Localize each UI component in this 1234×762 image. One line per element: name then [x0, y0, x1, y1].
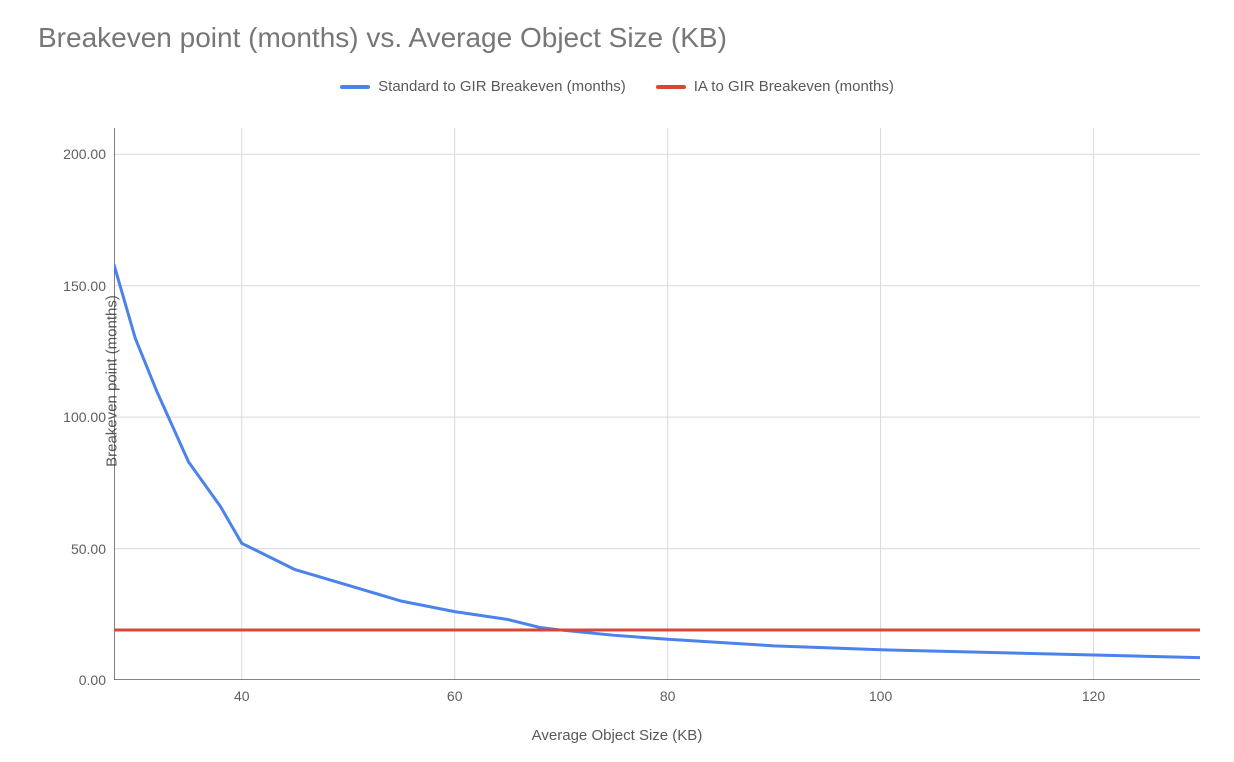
legend-label-standard: Standard to GIR Breakeven (months) — [378, 78, 626, 95]
legend-label-ia: IA to GIR Breakeven (months) — [694, 78, 894, 95]
y-tick-label: 0.00 — [79, 672, 106, 688]
y-tick-label: 100.00 — [63, 409, 106, 425]
x-tick-label: 120 — [1082, 688, 1105, 704]
legend-swatch-ia — [656, 85, 686, 89]
legend: Standard to GIR Breakeven (months) IA to… — [0, 78, 1234, 95]
x-tick-label: 40 — [234, 688, 250, 704]
x-tick-label: 60 — [447, 688, 463, 704]
y-tick-label: 50.00 — [71, 541, 106, 557]
chart-title: Breakeven point (months) vs. Average Obj… — [38, 22, 727, 54]
y-tick-label: 150.00 — [63, 278, 106, 294]
y-tick-label: 200.00 — [63, 146, 106, 162]
plot-svg — [114, 128, 1200, 680]
legend-item-standard: Standard to GIR Breakeven (months) — [340, 78, 626, 95]
legend-item-ia: IA to GIR Breakeven (months) — [656, 78, 894, 95]
plot-area: 0.0050.00100.00150.00200.00406080100120 — [114, 128, 1200, 680]
x-tick-label: 80 — [660, 688, 676, 704]
legend-swatch-standard — [340, 85, 370, 89]
x-axis-label: Average Object Size (KB) — [532, 727, 703, 744]
chart-container: Breakeven point (months) vs. Average Obj… — [0, 0, 1234, 762]
x-tick-label: 100 — [869, 688, 892, 704]
series-line-standard — [114, 265, 1200, 658]
